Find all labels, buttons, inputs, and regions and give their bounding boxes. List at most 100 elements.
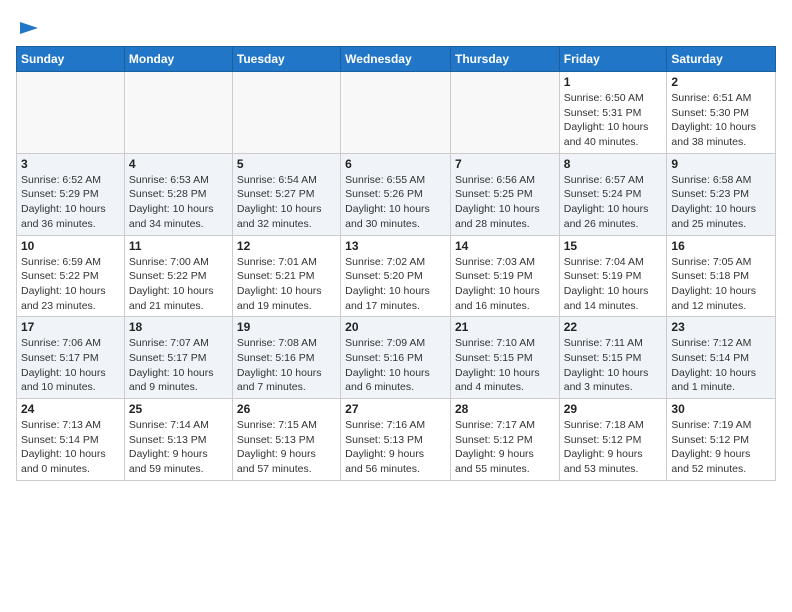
calendar-cell: 6 Sunrise: 6:55 AMSunset: 5:26 PMDaylight… [341,153,451,235]
day-number: 23 [671,320,771,334]
calendar-cell: 7 Sunrise: 6:56 AMSunset: 5:25 PMDaylight… [450,153,559,235]
day-number: 26 [237,402,336,416]
day-number: 4 [129,157,228,171]
day-number: 20 [345,320,446,334]
calendar-cell: 21Sunrise: 7:10 AMSunset: 5:15 PMDayligh… [450,317,559,399]
day-number: 8 [564,157,663,171]
day-info: Sunrise: 6:52 AMSunset: 5:29 PMDaylight:… [21,173,120,232]
day-info: Sunrise: 7:11 AMSunset: 5:15 PMDaylight:… [564,336,663,395]
calendar-table: SundayMondayTuesdayWednesdayThursdayFrid… [16,46,776,481]
day-number: 25 [129,402,228,416]
day-info: Sunrise: 6:55 AMSunset: 5:26 PMDaylight:… [345,173,446,232]
logo-flag-icon [18,20,40,38]
day-info: Sunrise: 7:10 AMSunset: 5:15 PMDaylight:… [455,336,555,395]
day-info: Sunrise: 7:13 AMSunset: 5:14 PMDaylight:… [21,418,120,477]
day-info: Sunrise: 7:14 AMSunset: 5:13 PMDaylight:… [129,418,228,477]
day-number: 29 [564,402,663,416]
day-number: 24 [21,402,120,416]
day-info: Sunrise: 6:58 AMSunset: 5:23 PMDaylight:… [671,173,771,232]
calendar-cell [450,72,559,154]
day-info: Sunrise: 6:51 AMSunset: 5:30 PMDaylight:… [671,91,771,150]
calendar-week-row: 24 Sunrise: 7:13 AMSunset: 5:14 PMDayligh… [17,399,776,481]
calendar-cell: 1 Sunrise: 6:50 AMSunset: 5:31 PMDaylight… [559,72,667,154]
day-info: Sunrise: 7:05 AMSunset: 5:18 PMDaylight:… [671,255,771,314]
day-number: 18 [129,320,228,334]
calendar-header-monday: Monday [124,47,232,72]
calendar-cell: 19Sunrise: 7:08 AMSunset: 5:16 PMDayligh… [232,317,340,399]
day-number: 12 [237,239,336,253]
calendar-cell: 18 Sunrise: 7:07 AMSunset: 5:17 PMDayligh… [124,317,232,399]
day-info: Sunrise: 7:06 AMSunset: 5:17 PMDaylight:… [21,336,120,395]
calendar-header-thursday: Thursday [450,47,559,72]
day-number: 5 [237,157,336,171]
day-number: 30 [671,402,771,416]
calendar-cell: 14 Sunrise: 7:03 AMSunset: 5:19 PMDayligh… [450,235,559,317]
day-info: Sunrise: 7:03 AMSunset: 5:19 PMDaylight:… [455,255,555,314]
day-number: 10 [21,239,120,253]
day-info: Sunrise: 6:59 AMSunset: 5:22 PMDaylight:… [21,255,120,314]
calendar-header-saturday: Saturday [667,47,776,72]
day-info: Sunrise: 6:53 AMSunset: 5:28 PMDaylight:… [129,173,228,232]
day-number: 28 [455,402,555,416]
calendar-week-row: 3Sunrise: 6:52 AMSunset: 5:29 PMDaylight… [17,153,776,235]
calendar-header-wednesday: Wednesday [341,47,451,72]
page: SundayMondayTuesdayWednesdayThursdayFrid… [0,0,792,491]
day-number: 27 [345,402,446,416]
calendar-cell: 11 Sunrise: 7:00 AMSunset: 5:22 PMDayligh… [124,235,232,317]
calendar-cell: 16 Sunrise: 7:05 AMSunset: 5:18 PMDayligh… [667,235,776,317]
calendar-cell: 20Sunrise: 7:09 AMSunset: 5:16 PMDayligh… [341,317,451,399]
calendar-cell [17,72,125,154]
calendar-cell: 27 Sunrise: 7:16 AMSunset: 5:13 PMDayligh… [341,399,451,481]
day-info: Sunrise: 7:12 AMSunset: 5:14 PMDaylight:… [671,336,771,395]
day-info: Sunrise: 6:50 AMSunset: 5:31 PMDaylight:… [564,91,663,150]
day-number: 1 [564,75,663,89]
day-info: Sunrise: 6:57 AMSunset: 5:24 PMDaylight:… [564,173,663,232]
day-info: Sunrise: 7:00 AMSunset: 5:22 PMDaylight:… [129,255,228,314]
day-number: 17 [21,320,120,334]
calendar-cell: 17 Sunrise: 7:06 AMSunset: 5:17 PMDayligh… [17,317,125,399]
day-info: Sunrise: 7:16 AMSunset: 5:13 PMDaylight:… [345,418,446,477]
calendar-week-row: 17 Sunrise: 7:06 AMSunset: 5:17 PMDayligh… [17,317,776,399]
day-number: 15 [564,239,663,253]
calendar-header-friday: Friday [559,47,667,72]
calendar-cell: 24 Sunrise: 7:13 AMSunset: 5:14 PMDayligh… [17,399,125,481]
day-info: Sunrise: 7:04 AMSunset: 5:19 PMDaylight:… [564,255,663,314]
day-number: 6 [345,157,446,171]
calendar-week-row: 10 Sunrise: 6:59 AMSunset: 5:22 PMDayligh… [17,235,776,317]
calendar-header-tuesday: Tuesday [232,47,340,72]
calendar-cell: 2Sunrise: 6:51 AMSunset: 5:30 PMDaylight… [667,72,776,154]
calendar-header-row: SundayMondayTuesdayWednesdayThursdayFrid… [17,47,776,72]
calendar-week-row: 1 Sunrise: 6:50 AMSunset: 5:31 PMDaylight… [17,72,776,154]
calendar-cell: 8 Sunrise: 6:57 AMSunset: 5:24 PMDaylight… [559,153,667,235]
calendar-cell: 9 Sunrise: 6:58 AMSunset: 5:23 PMDaylight… [667,153,776,235]
day-info: Sunrise: 7:19 AMSunset: 5:12 PMDaylight:… [671,418,771,477]
day-info: Sunrise: 7:07 AMSunset: 5:17 PMDaylight:… [129,336,228,395]
calendar-cell: 25 Sunrise: 7:14 AMSunset: 5:13 PMDayligh… [124,399,232,481]
day-info: Sunrise: 7:01 AMSunset: 5:21 PMDaylight:… [237,255,336,314]
calendar-cell: 30 Sunrise: 7:19 AMSunset: 5:12 PMDayligh… [667,399,776,481]
day-number: 9 [671,157,771,171]
calendar-cell: 23 Sunrise: 7:12 AMSunset: 5:14 PMDayligh… [667,317,776,399]
day-number: 13 [345,239,446,253]
calendar-cell [341,72,451,154]
calendar-cell: 28 Sunrise: 7:17 AMSunset: 5:12 PMDayligh… [450,399,559,481]
calendar-cell: 29Sunrise: 7:18 AMSunset: 5:12 PMDayligh… [559,399,667,481]
day-info: Sunrise: 7:08 AMSunset: 5:16 PMDaylight:… [237,336,336,395]
calendar-cell: 3Sunrise: 6:52 AMSunset: 5:29 PMDaylight… [17,153,125,235]
day-info: Sunrise: 7:15 AMSunset: 5:13 PMDaylight:… [237,418,336,477]
day-info: Sunrise: 6:54 AMSunset: 5:27 PMDaylight:… [237,173,336,232]
day-number: 7 [455,157,555,171]
day-info: Sunrise: 6:56 AMSunset: 5:25 PMDaylight:… [455,173,555,232]
header [16,16,776,38]
day-number: 16 [671,239,771,253]
calendar-cell: 4 Sunrise: 6:53 AMSunset: 5:28 PMDaylight… [124,153,232,235]
day-number: 11 [129,239,228,253]
calendar-cell: 12 Sunrise: 7:01 AMSunset: 5:21 PMDayligh… [232,235,340,317]
logo [16,20,40,38]
calendar-cell [232,72,340,154]
day-info: Sunrise: 7:17 AMSunset: 5:12 PMDaylight:… [455,418,555,477]
calendar-cell: 13Sunrise: 7:02 AMSunset: 5:20 PMDayligh… [341,235,451,317]
calendar-cell: 26 Sunrise: 7:15 AMSunset: 5:13 PMDayligh… [232,399,340,481]
day-number: 14 [455,239,555,253]
calendar-cell: 5 Sunrise: 6:54 AMSunset: 5:27 PMDaylight… [232,153,340,235]
